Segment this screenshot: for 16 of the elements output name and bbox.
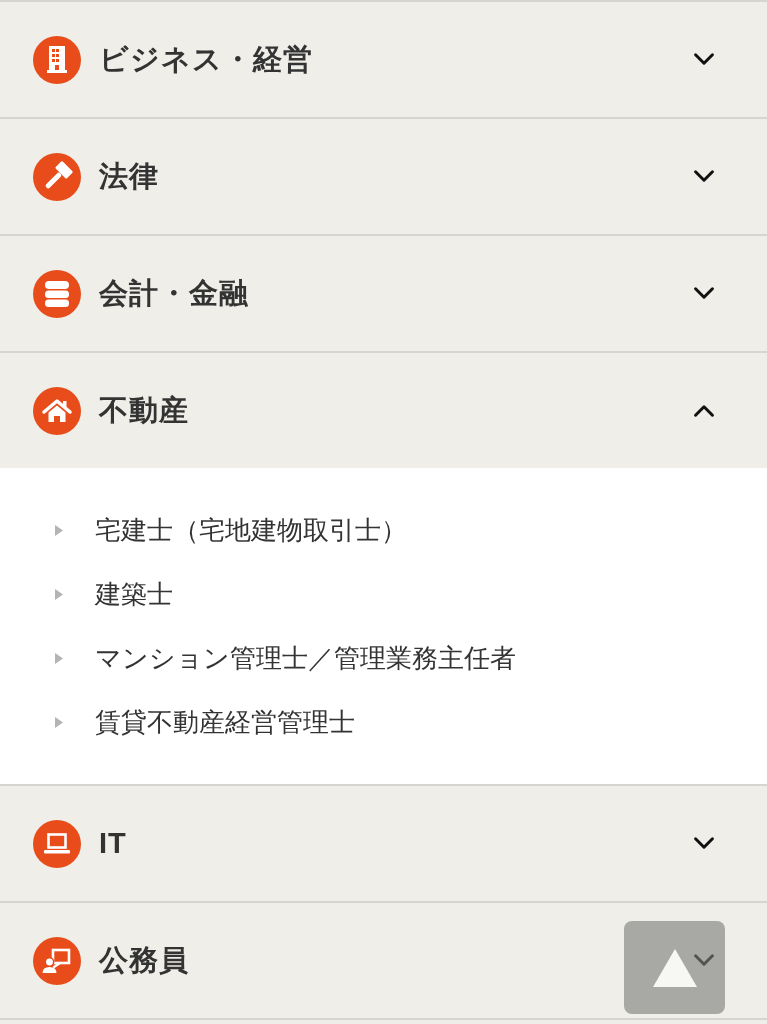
submenu-link[interactable]: 建築士 xyxy=(55,574,173,614)
submenu-link[interactable]: マンション管理士／管理業務主任者 xyxy=(55,638,516,678)
submenu-link[interactable]: 宅建士（宅地建物取引士） xyxy=(55,510,407,550)
laptop-icon xyxy=(33,819,81,868)
caret-icon xyxy=(55,588,63,600)
scroll-to-top-button[interactable] xyxy=(624,921,725,1014)
submenu-link[interactable]: 賃貸不動産経営管理士 xyxy=(55,702,355,742)
caret-icon xyxy=(55,524,63,536)
gavel-icon xyxy=(33,152,81,201)
triangle-up-icon xyxy=(652,948,697,987)
database-icon xyxy=(33,269,81,318)
building-icon xyxy=(33,35,81,84)
presenter-board-icon xyxy=(33,936,81,985)
caret-icon xyxy=(55,716,63,728)
house-icon xyxy=(33,386,81,435)
caret-icon xyxy=(55,652,63,664)
